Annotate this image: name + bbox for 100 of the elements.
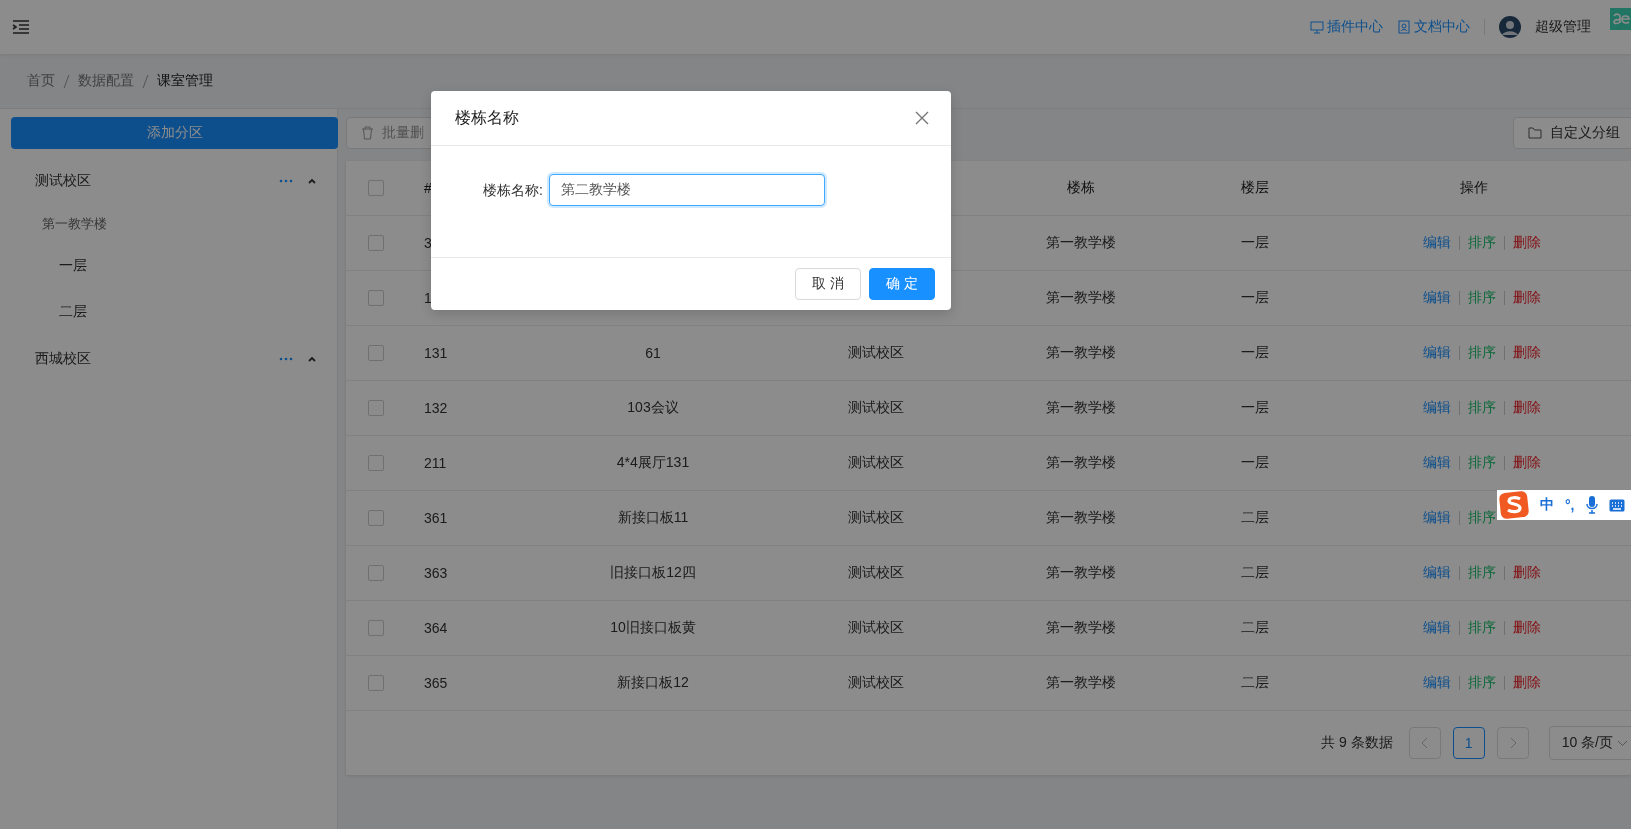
checkbox[interactable] xyxy=(368,620,384,636)
edit-link[interactable]: 编辑 xyxy=(1423,509,1451,527)
ime-logo-icon[interactable] xyxy=(1499,491,1529,519)
table-cell: 测试校区 xyxy=(848,564,904,582)
checkbox[interactable] xyxy=(368,565,384,581)
keyboard-icon[interactable] xyxy=(1608,498,1625,512)
edit-link[interactable]: 编辑 xyxy=(1423,234,1451,252)
sort-link[interactable]: 排序 xyxy=(1468,399,1496,417)
edit-link[interactable]: 编辑 xyxy=(1423,619,1451,637)
sort-link[interactable]: 排序 xyxy=(1468,344,1496,362)
table-cell: 1 xyxy=(424,290,432,306)
tree-item[interactable]: 西城校区 xyxy=(35,350,265,368)
custom-group-button[interactable]: 自定义分组 xyxy=(1513,117,1631,149)
checkbox[interactable] xyxy=(368,455,384,471)
folder-icon xyxy=(1528,127,1542,139)
punctuation-toggle[interactable]: °, xyxy=(1565,497,1575,513)
table-cell: 一层 xyxy=(1241,399,1269,417)
column-header: 楼栋 xyxy=(1067,179,1095,197)
page-size-select[interactable]: 10 条/页 xyxy=(1548,726,1631,760)
delete-link[interactable]: 删除 xyxy=(1513,674,1541,692)
checkbox[interactable] xyxy=(368,345,384,361)
delete-link[interactable]: 删除 xyxy=(1513,344,1541,362)
column-header: 操作 xyxy=(1460,179,1488,197)
dialog-title: 楼栋名称 xyxy=(455,107,519,128)
add-zone-button[interactable]: 添加分区 xyxy=(11,117,338,149)
caret-icon[interactable] xyxy=(307,355,317,363)
table-cell: 一层 xyxy=(1241,289,1269,307)
cancel-button[interactable]: 取 消 xyxy=(795,268,862,300)
breadcrumb-item[interactable]: 首页 xyxy=(27,72,55,90)
table-cell: 363 xyxy=(424,565,448,581)
user-name[interactable]: 超级管理 xyxy=(1535,18,1591,36)
delete-link[interactable]: 删除 xyxy=(1513,619,1541,637)
header-link[interactable]: 插件中心 xyxy=(1310,18,1383,36)
table-cell: 一层 xyxy=(1241,344,1269,362)
trash-icon xyxy=(361,126,374,140)
confirm-button[interactable]: 确 定 xyxy=(869,268,935,300)
table-cell: 测试校区 xyxy=(848,509,904,527)
next-page-button[interactable] xyxy=(1496,727,1529,759)
table-cell: 测试校区 xyxy=(848,344,904,362)
sort-link[interactable]: 排序 xyxy=(1468,234,1496,252)
checkbox[interactable] xyxy=(368,675,384,691)
tree-item[interactable]: 一层 xyxy=(59,257,87,275)
table-cell: 新接口板12 xyxy=(617,674,689,692)
table-cell: 103会议 xyxy=(627,399,679,417)
table-cell: 第一教学楼 xyxy=(1046,509,1116,527)
delete-link[interactable]: 删除 xyxy=(1513,454,1541,472)
edit-link[interactable]: 编辑 xyxy=(1423,674,1451,692)
document-icon xyxy=(1397,20,1411,34)
header-link[interactable]: 文档中心 xyxy=(1397,18,1470,36)
delete-link[interactable]: 删除 xyxy=(1513,399,1541,417)
sort-link[interactable]: 排序 xyxy=(1468,564,1496,582)
tree-item[interactable]: 测试校区 xyxy=(35,172,265,190)
edit-link[interactable]: 编辑 xyxy=(1423,454,1451,472)
sort-link[interactable]: 排序 xyxy=(1468,619,1496,637)
delete-link[interactable]: 删除 xyxy=(1513,564,1541,582)
table-cell: 10旧接口板黄 xyxy=(610,619,696,637)
previous-page-button[interactable] xyxy=(1408,727,1441,759)
table-cell: 一层 xyxy=(1241,234,1269,252)
caret-icon[interactable] xyxy=(307,177,317,185)
microphone-icon[interactable] xyxy=(1585,496,1598,514)
table-cell: 132 xyxy=(424,400,448,416)
sort-link[interactable]: 排序 xyxy=(1468,674,1496,692)
delete-link[interactable]: 删除 xyxy=(1513,234,1541,252)
edit-link[interactable]: 编辑 xyxy=(1423,344,1451,362)
sort-link[interactable]: 排序 xyxy=(1468,454,1496,472)
building-name-field[interactable]: 第二教学楼 xyxy=(548,174,825,206)
table-cell: 61 xyxy=(645,345,661,361)
avatar-icon[interactable] xyxy=(1499,16,1521,38)
checkbox[interactable] xyxy=(368,180,384,196)
extension-badge-icon[interactable] xyxy=(1610,8,1631,30)
table-cell: 131 xyxy=(424,345,448,361)
edit-link[interactable]: 编辑 xyxy=(1423,564,1451,582)
table-cell: 测试校区 xyxy=(848,454,904,472)
table-cell: 4*4展厅131 xyxy=(616,454,690,472)
table-cell: 第一教学楼 xyxy=(1046,619,1116,637)
edit-link[interactable]: 编辑 xyxy=(1423,399,1451,417)
table-cell: 二层 xyxy=(1241,674,1269,692)
ime-mode-toggle[interactable]: 中 xyxy=(1540,496,1554,514)
edit-link[interactable]: 编辑 xyxy=(1423,289,1451,307)
more-icon[interactable] xyxy=(279,179,293,183)
page-button[interactable]: 1 xyxy=(1452,727,1485,759)
checkbox[interactable] xyxy=(368,290,384,306)
table-cell: 第一教学楼 xyxy=(1046,234,1116,252)
breadcrumb-item[interactable]: 数据配置 xyxy=(78,72,134,90)
table-cell: 第一教学楼 xyxy=(1046,564,1116,582)
field-label: 楼栋名称: xyxy=(483,181,543,200)
more-icon[interactable] xyxy=(279,357,293,361)
chevron-right-icon xyxy=(1508,737,1517,749)
checkbox[interactable] xyxy=(368,235,384,251)
close-icon[interactable] xyxy=(915,111,929,125)
sort-link[interactable]: 排序 xyxy=(1468,289,1496,307)
sort-link[interactable]: 排序 xyxy=(1468,509,1496,527)
menu-icon[interactable] xyxy=(12,19,30,35)
checkbox[interactable] xyxy=(368,400,384,416)
delete-link[interactable]: 删除 xyxy=(1513,289,1541,307)
tree-item[interactable]: 二层 xyxy=(59,303,87,321)
table-cell: 第一教学楼 xyxy=(1046,454,1116,472)
table-cell: 第一教学楼 xyxy=(1046,399,1116,417)
chevron-down-icon xyxy=(1617,739,1628,747)
checkbox[interactable] xyxy=(368,510,384,526)
